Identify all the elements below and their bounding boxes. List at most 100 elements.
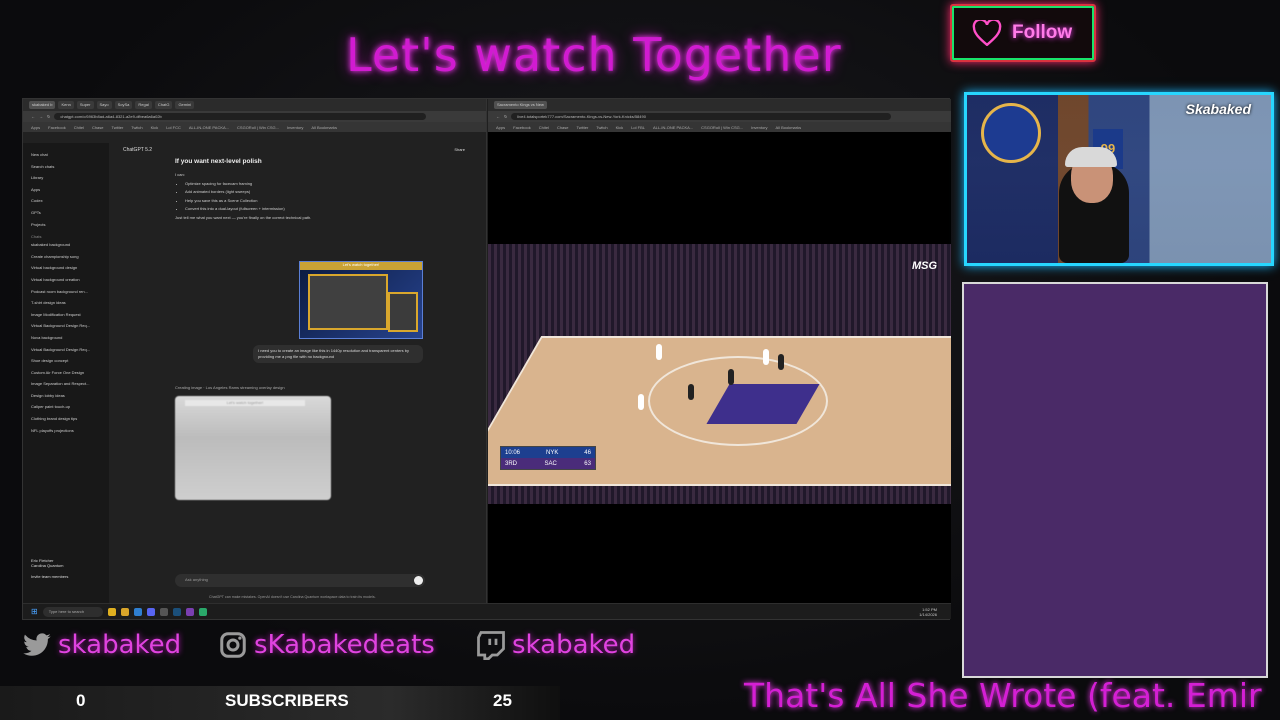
bookmark[interactable]: Twitter bbox=[577, 125, 589, 130]
windows-start-icon[interactable]: ⊞ bbox=[31, 607, 38, 616]
chrome-icon[interactable] bbox=[107, 607, 116, 616]
bookmark[interactable]: Twitch bbox=[131, 125, 142, 130]
response-body: I can: Optimize spacing for facecam fram… bbox=[175, 171, 311, 223]
follow-button[interactable]: Follow bbox=[950, 4, 1096, 62]
bookmark[interactable]: Chase bbox=[92, 125, 104, 130]
score-home: 63 bbox=[584, 460, 591, 467]
forward-icon[interactable]: → bbox=[39, 114, 43, 119]
bookmark[interactable]: All Bookmarks bbox=[311, 125, 337, 130]
chat-item[interactable]: Custom Air Force One Design bbox=[31, 367, 101, 379]
bookmark[interactable]: Twitch bbox=[596, 125, 607, 130]
bookmark[interactable]: Chitel bbox=[539, 125, 549, 130]
player bbox=[688, 384, 694, 400]
back-icon[interactable]: ← bbox=[496, 114, 500, 119]
taskbar-search-input[interactable]: Type here to search bbox=[42, 606, 103, 617]
bookmark[interactable]: Lol FBL bbox=[631, 125, 645, 130]
bookmark[interactable]: All Bookmarks bbox=[776, 125, 802, 130]
chat-input[interactable]: Ask anything bbox=[175, 574, 425, 587]
bookmark[interactable]: CSGORoll | Win CSG... bbox=[237, 125, 279, 130]
team-home: SAC bbox=[544, 460, 557, 467]
game-quarter: 3RD bbox=[505, 460, 518, 467]
user-profile[interactable]: Eric Fletcher Carolina Quantum Invite te… bbox=[31, 558, 68, 579]
chat-item[interactable]: Image Modification Request bbox=[31, 309, 101, 321]
chat-item[interactable]: Virtual background design bbox=[31, 262, 101, 274]
back-icon[interactable]: ← bbox=[31, 114, 35, 119]
response-bullet: Help you save this as a Scene Collection bbox=[185, 197, 311, 206]
overlay-preview-image[interactable]: Let's watch together! bbox=[299, 261, 423, 339]
browser-tab[interactable]: Super bbox=[76, 101, 94, 109]
overlay-headline: Let's watch Together bbox=[346, 28, 842, 82]
twitch-handle: skabaked bbox=[512, 630, 636, 660]
chat-item[interactable]: Design lobby ideas bbox=[31, 390, 101, 402]
chat-item[interactable]: T-shirt design ideas bbox=[31, 297, 101, 309]
file-explorer-icon[interactable] bbox=[120, 607, 129, 616]
bookmark[interactable]: Chitel bbox=[74, 125, 84, 130]
chat-item[interactable]: Virtual Background Design Req... bbox=[31, 344, 101, 356]
browser-tab[interactable]: Regal bbox=[135, 101, 152, 109]
bookmark[interactable]: ALL-IN-ONE PACKA... bbox=[653, 125, 693, 130]
steam-icon[interactable] bbox=[172, 607, 181, 616]
url-input[interactable]: chatgpt.com/c/6963b8ad-a6a4-8321-a2e9-df… bbox=[54, 113, 426, 120]
reload-icon[interactable]: ↻ bbox=[504, 114, 507, 119]
chat-item[interactable]: Virtual Background Design Req... bbox=[31, 320, 101, 332]
discord-icon[interactable] bbox=[146, 607, 155, 616]
send-icon[interactable] bbox=[414, 576, 423, 585]
bookmark[interactable]: Kick bbox=[151, 125, 159, 130]
broadcaster-logo: MSG bbox=[911, 260, 937, 272]
twitter-handle: skabaked bbox=[58, 630, 182, 660]
share-button[interactable]: Share bbox=[454, 147, 465, 152]
windows-taskbar: ⊞ Type here to search 1:52 PM 1/14/2026 bbox=[23, 603, 951, 619]
browser-tab[interactable]: SoySa bbox=[114, 101, 133, 109]
bookmark[interactable]: Inventory bbox=[751, 125, 767, 130]
bookmark[interactable]: Inventory bbox=[287, 125, 303, 130]
url-input[interactable]: live4.totalsportek777.com/Sacramento-Kin… bbox=[511, 113, 891, 120]
bookmark[interactable]: Twitter bbox=[112, 125, 124, 130]
chat-item[interactable]: Clothing brand design tips bbox=[31, 413, 101, 425]
sidebar-item-search[interactable]: Search chats bbox=[31, 161, 101, 173]
bookmark[interactable]: Facebook bbox=[513, 125, 531, 130]
chat-item[interactable]: Podcast room background ren... bbox=[31, 286, 101, 298]
invite-link[interactable]: Invite team members bbox=[31, 574, 68, 579]
chat-item[interactable]: Nova background bbox=[31, 332, 101, 344]
browser-tab[interactable]: skabaked b bbox=[29, 101, 56, 109]
generating-title: Let's watch together! bbox=[185, 400, 305, 406]
bookmark[interactable]: Apps bbox=[31, 125, 40, 130]
chatgpt-sidebar: New chat Search chats Library Apps Codex… bbox=[23, 143, 109, 605]
app-icon[interactable] bbox=[198, 607, 207, 616]
chat-item[interactable]: Shoe design concept bbox=[31, 355, 101, 367]
sidebar-item-library[interactable]: Library bbox=[31, 172, 101, 184]
sidebar-item-gpts[interactable]: GPTs bbox=[31, 207, 101, 219]
reload-icon[interactable]: ↻ bbox=[47, 114, 50, 119]
chat-item[interactable]: skabaked background bbox=[31, 239, 101, 251]
chat-item[interactable]: Image Separation and Respect... bbox=[31, 378, 101, 390]
browser-tab[interactable]: Gemini bbox=[175, 101, 195, 109]
tab-bar: skabaked b Kenn Super Sayo SoySa Regal C… bbox=[23, 99, 486, 111]
browser-tab[interactable]: Sayo bbox=[96, 101, 112, 109]
chat-item[interactable]: Caliper paint touch-up bbox=[31, 401, 101, 413]
response-bullet: Optimize spacing for facecam framing bbox=[185, 180, 311, 189]
bookmark[interactable]: Kick bbox=[616, 125, 624, 130]
sidebar-item-new-chat[interactable]: New chat bbox=[31, 149, 101, 161]
obs-icon[interactable] bbox=[159, 607, 168, 616]
bookmark[interactable]: CSGORoll | Win CSG... bbox=[701, 125, 743, 130]
chat-item[interactable]: NFL playoffs projections bbox=[31, 425, 101, 437]
bookmark[interactable]: Facebook bbox=[48, 125, 66, 130]
store-icon[interactable] bbox=[133, 607, 142, 616]
sidebar-item-projects[interactable]: Projects bbox=[31, 219, 101, 231]
chat-item[interactable]: Create championship song bbox=[31, 251, 101, 263]
browser-tab[interactable]: ChatG bbox=[154, 101, 173, 109]
bookmark[interactable]: Apps bbox=[496, 125, 505, 130]
bookmark[interactable]: Lol FCC bbox=[166, 125, 181, 130]
browser-tab[interactable]: Sacramento Kings vs New bbox=[494, 101, 547, 109]
bookmark[interactable]: Chase bbox=[557, 125, 569, 130]
app-icon[interactable] bbox=[185, 607, 194, 616]
browser-tab[interactable]: Kenn bbox=[58, 101, 74, 109]
sidebar-item-apps[interactable]: Apps bbox=[31, 184, 101, 196]
chat-item[interactable]: Virtual background creation bbox=[31, 274, 101, 286]
basketball-video-player[interactable]: MSG 10:06 NYK 46 3RD SAC 63 bbox=[488, 244, 951, 504]
preview-title: Let's watch together! bbox=[300, 262, 422, 270]
model-selector[interactable]: ChatGPT 5.2 bbox=[123, 147, 152, 153]
bookmark[interactable]: ALL-IN-ONE PACKA... bbox=[189, 125, 229, 130]
sidebar-item-codex[interactable]: Codex bbox=[31, 195, 101, 207]
response-bullet: Add animated borders (light sweeps) bbox=[185, 188, 311, 197]
